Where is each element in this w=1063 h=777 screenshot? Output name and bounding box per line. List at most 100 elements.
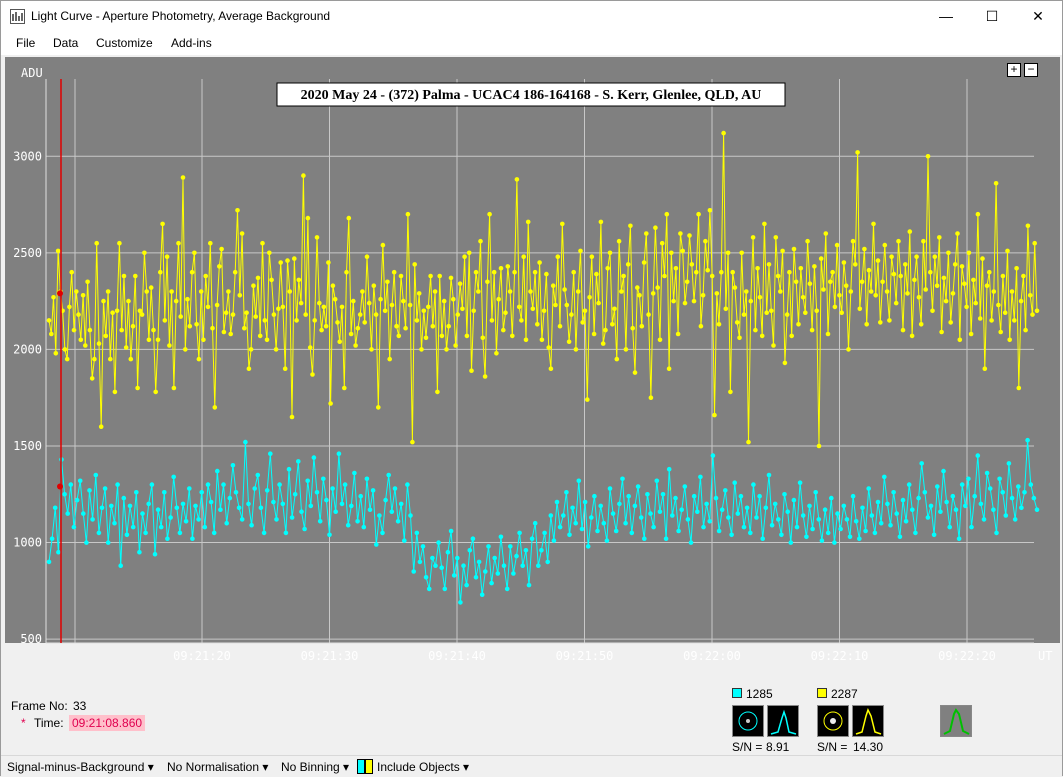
data-point — [546, 345, 551, 350]
data-point — [828, 279, 833, 285]
light-curve-chart[interactable]: 500 1000 1500 2000 2500 3000 09:21:20 09:21:30 0… — [5, 57, 1060, 667]
data-point — [1034, 507, 1040, 512]
data-point — [510, 333, 515, 339]
psf-fit-icon[interactable] — [940, 705, 972, 737]
object2-color-swatch[interactable] — [817, 688, 827, 698]
include-objects-icon[interactable] — [357, 759, 374, 777]
data-point — [269, 277, 274, 283]
data-point — [987, 269, 992, 275]
data-point — [680, 248, 685, 254]
data-point — [503, 310, 508, 315]
data-point — [794, 524, 800, 530]
data-point — [414, 318, 420, 323]
data-point — [591, 331, 597, 337]
data-point — [675, 331, 681, 337]
data-point — [764, 310, 769, 315]
data-point — [1014, 266, 1019, 271]
data-point — [326, 260, 331, 265]
data-point — [741, 524, 747, 530]
menu-data[interactable]: Data — [53, 36, 78, 50]
data-point — [133, 273, 138, 279]
data-point — [921, 238, 926, 244]
menu-customize[interactable]: Customize — [96, 36, 153, 50]
data-point — [941, 468, 946, 474]
data-point — [695, 509, 700, 514]
data-point — [301, 173, 306, 178]
data-point — [410, 439, 415, 445]
data-point — [791, 497, 797, 503]
data-point — [887, 318, 892, 323]
data-point — [628, 223, 633, 229]
data-point — [755, 266, 760, 271]
object2-psf-thumbnail[interactable] — [852, 705, 884, 737]
data-point — [355, 325, 361, 331]
data-point — [888, 522, 893, 528]
data-point — [735, 511, 741, 516]
minimize-button[interactable]: — — [923, 1, 969, 32]
data-point — [825, 530, 831, 536]
chart-svg[interactable]: 500 1000 1500 2000 2500 3000 09:21:20 09:21:30 0… — [5, 57, 1060, 667]
data-point — [838, 526, 843, 532]
object1-color-swatch[interactable] — [732, 688, 742, 698]
menu-file[interactable]: File — [16, 36, 35, 50]
data-point — [271, 499, 276, 505]
data-point — [358, 493, 364, 499]
data-point — [600, 341, 606, 346]
data-point — [74, 289, 79, 294]
data-point — [498, 534, 504, 540]
x-tick-label: 09:21:30 — [301, 649, 359, 663]
zoom-in-button[interactable]: + — [1007, 63, 1021, 77]
data-point — [83, 343, 88, 348]
data-point — [719, 269, 724, 275]
data-point — [564, 302, 570, 308]
data-point — [332, 296, 338, 302]
data-point — [264, 488, 270, 493]
data-point — [227, 495, 233, 501]
data-point — [49, 331, 54, 337]
data-point — [382, 308, 388, 314]
x-tick-label: 09:21:20 — [173, 649, 231, 663]
data-point — [223, 310, 229, 315]
data-point — [875, 258, 881, 263]
include-objects-dropdown[interactable]: Include Objects ▾ — [377, 760, 469, 774]
maximize-button[interactable]: ☐ — [969, 1, 1015, 32]
data-point — [198, 289, 204, 294]
data-point — [470, 536, 476, 541]
processing-mode-dropdown[interactable]: Signal-minus-Background ▾ — [7, 760, 154, 774]
data-point — [545, 559, 550, 565]
data-point — [417, 559, 423, 565]
data-point — [190, 536, 195, 541]
data-point — [655, 285, 660, 290]
close-button[interactable]: ✕ — [1015, 1, 1061, 32]
data-point — [529, 536, 535, 541]
data-point — [118, 563, 123, 568]
data-point — [330, 486, 335, 491]
object1-psf-thumbnail[interactable] — [767, 705, 799, 737]
data-point — [1034, 308, 1040, 314]
data-point — [666, 366, 672, 372]
data-point — [689, 262, 695, 267]
data-point — [364, 254, 370, 259]
data-point — [632, 370, 638, 375]
data-point — [991, 507, 996, 512]
data-point — [663, 536, 669, 541]
data-point — [361, 524, 367, 530]
data-point — [1003, 513, 1009, 518]
data-point — [215, 468, 220, 474]
normalisation-dropdown[interactable]: No Normalisation ▾ — [167, 760, 268, 774]
binning-dropdown[interactable]: No Binning ▾ — [281, 760, 349, 774]
title-bar: Light Curve - Aperture Photometry, Avera… — [1, 1, 1062, 32]
y-tick-label: 1000 — [13, 536, 42, 550]
data-point — [723, 306, 729, 312]
object1-star-thumbnail[interactable] — [732, 705, 764, 737]
menu-add-ins[interactable]: Add-ins — [171, 36, 212, 50]
data-point — [460, 306, 465, 312]
data-point — [560, 221, 565, 227]
data-point — [829, 495, 834, 501]
data-point — [937, 235, 942, 240]
zoom-out-button[interactable]: − — [1024, 63, 1038, 77]
data-point — [377, 513, 382, 518]
data-point — [289, 414, 295, 420]
object2-star-thumbnail[interactable] — [817, 705, 849, 737]
data-point — [448, 528, 454, 534]
